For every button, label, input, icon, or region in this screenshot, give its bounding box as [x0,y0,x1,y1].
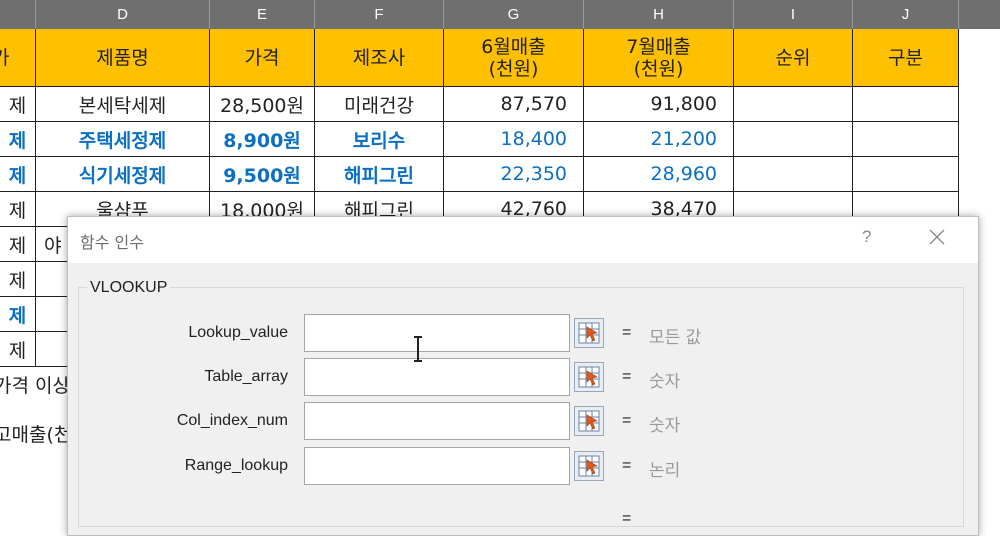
cell-c-8[interactable]: 제 [0,332,36,367]
table-array-input[interactable] [304,358,570,396]
cell-c-5[interactable]: 제 [0,227,36,262]
arg-equals-2: = [622,368,632,385]
header-cell-product[interactable]: 제품명 [36,29,210,87]
collapse-dialog-button-3[interactable] [574,406,604,436]
header-cell-july-sales[interactable]: 7월매출 (천원) [584,29,734,87]
range-select-icon [578,366,600,388]
arg-value-table-array: 숫자 [649,372,681,392]
arg-equals-4: = [622,457,632,474]
cell-price-1[interactable]: 28,500원 [210,87,315,122]
function-name: VLOOKUP [87,279,171,297]
arg-value-lookup-value: 모든 값 [649,328,702,348]
cell-july-3[interactable]: 28,960 [584,157,734,192]
collapse-dialog-button-1[interactable] [574,318,604,348]
range-lookup-input[interactable] [304,447,570,485]
header-cell-c[interactable]: 가 [0,29,36,87]
header-june-line1: 6월매출 [481,35,546,58]
arg-value-col-index-num: 숫자 [649,416,681,436]
cell-maker-3[interactable]: 해피그린 [315,157,444,192]
cell-product-2[interactable]: 주택세정제 [36,122,210,157]
header-cell-maker[interactable]: 제조사 [315,29,444,87]
cell-c-1[interactable]: 제 [0,87,36,122]
cell-july-2[interactable]: 21,200 [584,122,734,157]
cell-maker-1[interactable]: 미래건강 [315,87,444,122]
help-button[interactable]: ? [862,227,871,247]
cell-c-3[interactable]: 제 [0,157,36,192]
column-header-g[interactable]: G [444,0,584,29]
header-cell-price[interactable]: 가격 [210,29,315,87]
arg-row-table-array: Table_array = 숫자 [68,358,978,398]
cell-price-2[interactable]: 8,900원 [210,122,315,157]
arg-value-range-lookup: 논리 [649,461,681,481]
col-index-num-input[interactable] [304,402,570,440]
column-header-f[interactable]: F [315,0,444,29]
arg-row-lookup-value: Lookup_value = 모든 값 [68,314,978,354]
label-high-sales: 고매출(천 [0,424,72,446]
range-select-icon [578,455,600,477]
range-select-icon [578,322,600,344]
cell-category-1[interactable] [853,87,959,122]
range-select-icon [578,410,600,432]
dialog-titlebar[interactable]: 함수 인수 ? [68,217,978,263]
lookup-value-input[interactable] [304,314,570,352]
formula-result-equals: = [622,510,632,527]
header-text-c: 가 [0,47,9,69]
collapse-dialog-button-2[interactable] [574,362,604,392]
header-cell-category[interactable]: 구분 [853,29,959,87]
cell-product-1[interactable]: 본세탁세제 [36,87,210,122]
arg-label-lookup-value: Lookup_value [188,324,288,341]
cell-c-4[interactable]: 제 [0,192,36,227]
collapse-dialog-button-4[interactable] [574,451,604,481]
arg-equals-3: = [622,412,632,429]
header-cell-june-sales[interactable]: 6월매출 (천원) [444,29,584,87]
label-price-above: 가격 이상 [0,375,70,397]
column-header-e[interactable]: E [210,0,315,29]
cell-category-2[interactable] [853,122,959,157]
header-june-line2: (천원) [488,57,539,80]
cell-maker-2[interactable]: 보리수 [315,122,444,157]
column-header-i[interactable]: I [734,0,853,29]
column-header-h[interactable]: H [584,0,734,29]
cell-rank-3[interactable] [734,157,853,192]
text-cursor-icon [414,336,422,362]
cell-c-7[interactable]: 제 [0,297,36,332]
cell-june-2[interactable]: 18,400 [444,122,584,157]
cell-c-6[interactable]: 제 [0,262,36,297]
header-july-line1: 7월매출 [626,35,691,58]
header-cell-rank[interactable]: 순위 [734,29,853,87]
cell-july-1[interactable]: 91,800 [584,87,734,122]
arg-label-col-index-num: Col_index_num [176,412,288,429]
arg-equals-1: = [622,324,632,341]
close-icon[interactable] [926,226,948,248]
function-arguments-dialog[interactable]: 함수 인수 ? VLOOKUP Lookup_value = 모든 값 Tabl… [67,216,979,536]
cell-rank-2[interactable] [734,122,853,157]
arg-row-col-index-num: Col_index_num = 숫자 [68,402,978,442]
cell-june-1[interactable]: 87,570 [444,87,584,122]
arg-row-range-lookup: Range_lookup = 논리 [68,447,978,487]
dialog-title: 함수 인수 [80,233,144,252]
cell-rank-1[interactable] [734,87,853,122]
cell-c-2[interactable]: 제 [0,122,36,157]
column-header-j[interactable]: J [853,0,959,29]
cell-product-3[interactable]: 식기세정제 [36,157,210,192]
column-header-d[interactable]: D [36,0,210,29]
column-header-c[interactable] [0,0,36,29]
cell-price-3[interactable]: 9,500원 [210,157,315,192]
cell-category-3[interactable] [853,157,959,192]
arg-label-range-lookup: Range_lookup [184,457,288,474]
header-july-line2: (천원) [633,57,684,80]
cell-june-3[interactable]: 22,350 [444,157,584,192]
column-header-blank [959,0,1000,29]
arg-label-table-array: Table_array [204,368,288,385]
